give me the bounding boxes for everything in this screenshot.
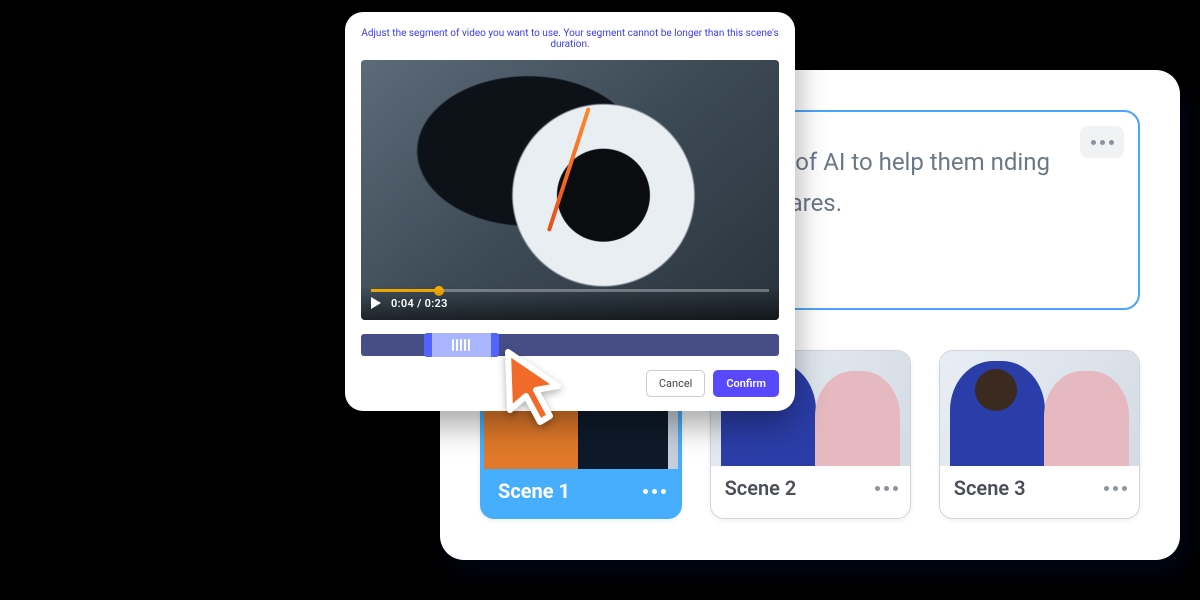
more-icon[interactable] bbox=[875, 486, 898, 491]
more-icon[interactable] bbox=[1104, 486, 1127, 491]
scene-label: Scene 3 bbox=[954, 476, 1026, 500]
confirm-button[interactable]: Confirm bbox=[713, 370, 779, 397]
scene-card-3[interactable]: Scene 3 bbox=[939, 350, 1140, 519]
scene-label: Scene 1 bbox=[498, 479, 570, 503]
trim-help-text: Adjust the segment of video you want to … bbox=[361, 28, 779, 50]
video-controls: 0:04 / 0:23 bbox=[361, 286, 779, 320]
play-icon[interactable] bbox=[371, 297, 381, 309]
scene-footer: Scene 2 bbox=[711, 466, 910, 512]
scene-thumbnail bbox=[940, 351, 1139, 466]
time-readout: 0:04 / 0:23 bbox=[391, 297, 448, 310]
video-preview[interactable]: 0:04 / 0:23 bbox=[361, 60, 779, 320]
video-still bbox=[361, 60, 779, 320]
scene-footer: Scene 3 bbox=[940, 466, 1139, 512]
scene-label: Scene 2 bbox=[725, 476, 797, 500]
time-current: 0:04 bbox=[391, 297, 414, 310]
script-more-button[interactable] bbox=[1080, 126, 1124, 158]
time-separator: / bbox=[414, 297, 425, 310]
more-icon[interactable] bbox=[643, 489, 666, 494]
trim-window[interactable] bbox=[424, 333, 499, 357]
time-total: 0:23 bbox=[425, 297, 448, 310]
cursor-icon bbox=[500, 346, 572, 430]
scene-footer: Scene 1 bbox=[484, 469, 678, 515]
more-icon bbox=[1091, 140, 1114, 145]
trim-grip-icon[interactable] bbox=[450, 339, 472, 351]
cancel-button[interactable]: Cancel bbox=[646, 370, 705, 397]
